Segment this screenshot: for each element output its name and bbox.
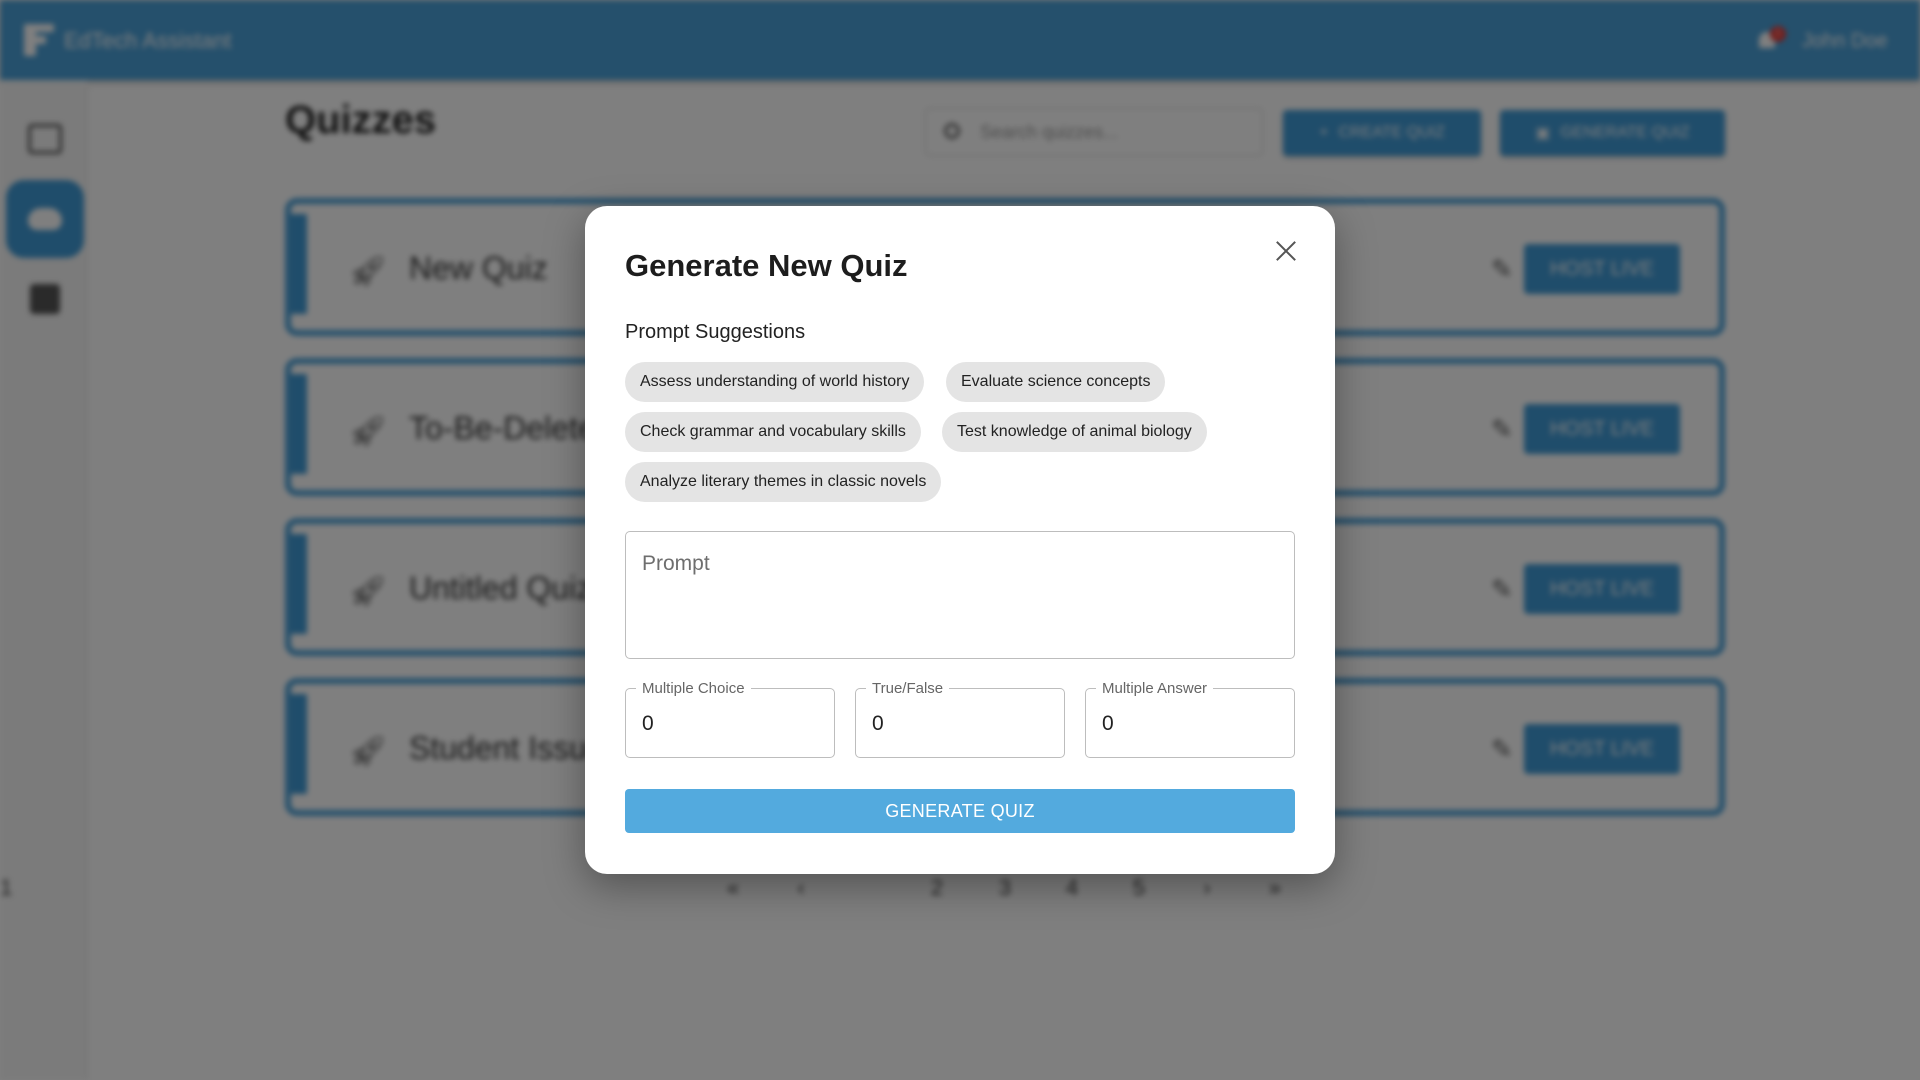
multiple-choice-label: Multiple Choice (636, 680, 751, 697)
suggestion-chip[interactable]: Evaluate science concepts (946, 362, 1166, 402)
multiple-answer-label: Multiple Answer (1096, 680, 1214, 697)
suggestion-chip[interactable]: Check grammar and vocabulary skills (625, 412, 921, 452)
true-false-field: True/False (855, 680, 1065, 758)
multiple-choice-input[interactable] (642, 709, 812, 739)
true-false-label: True/False (866, 680, 950, 697)
true-false-input[interactable] (872, 709, 1042, 739)
close-icon[interactable] (1271, 236, 1301, 266)
suggestion-chip[interactable]: Analyze literary themes in classic novel… (625, 462, 942, 502)
suggestion-chip[interactable]: Assess understanding of world history (625, 362, 925, 402)
prompt-suggestions-label: Prompt Suggestions (625, 321, 806, 343)
multiple-answer-input[interactable] (1102, 709, 1272, 739)
suggestion-chip[interactable]: Test knowledge of animal biology (942, 412, 1207, 452)
prompt-input[interactable] (642, 552, 1272, 642)
dialog-title: Generate New Quiz (625, 248, 908, 283)
prompt-field (625, 531, 1295, 659)
generate-quiz-submit-button[interactable]: GENERATE QUIZ (625, 789, 1295, 833)
multiple-answer-field: Multiple Answer (1085, 680, 1295, 758)
generate-quiz-dialog: Generate New Quiz Prompt Suggestions Ass… (585, 206, 1335, 874)
multiple-choice-field: Multiple Choice (625, 680, 835, 758)
